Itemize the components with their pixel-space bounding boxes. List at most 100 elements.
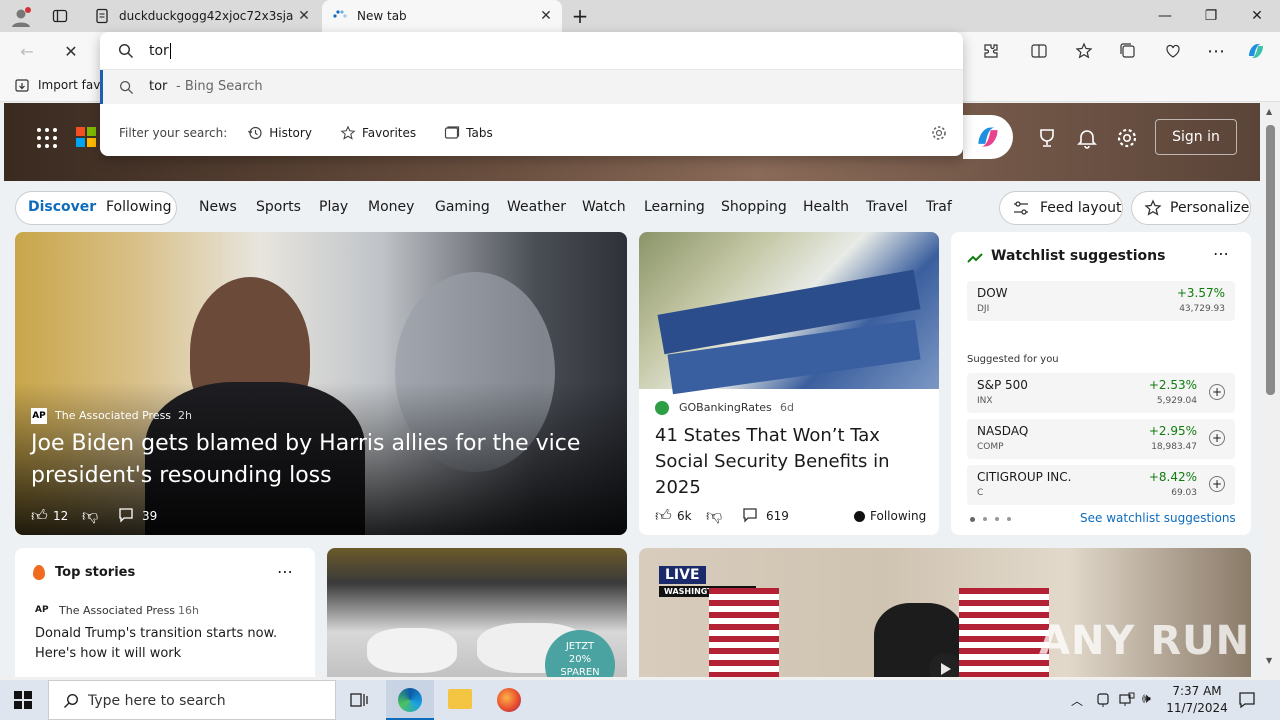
nav-watch[interactable]: Watch bbox=[582, 199, 626, 215]
settings-icon[interactable] bbox=[1116, 127, 1138, 149]
like-count: 12 bbox=[53, 509, 69, 523]
watchlist-row-main[interactable]: DOW DJI +3.57% 43,729.93 bbox=[967, 281, 1235, 321]
suggestion-row[interactable]: tor - Bing Search bbox=[100, 70, 963, 104]
nav-gaming[interactable]: Gaming bbox=[435, 199, 490, 215]
nav-shopping[interactable]: Shopping bbox=[721, 199, 787, 215]
comment-icon[interactable] bbox=[118, 507, 134, 523]
nav-weather[interactable]: Weather bbox=[507, 199, 566, 215]
see-watchlist-link[interactable]: See watchlist suggestions bbox=[1080, 511, 1236, 525]
stop-loading-icon[interactable]: ✕ bbox=[60, 41, 82, 61]
nav-play[interactable]: Play bbox=[319, 199, 348, 215]
dislike-icon[interactable]: 👎︎ bbox=[706, 506, 722, 526]
search-icon bbox=[119, 80, 134, 95]
watermark: ANY RUN bbox=[1039, 618, 1251, 664]
more-options-icon[interactable]: ⋯ bbox=[1205, 41, 1227, 62]
windows-start-icon[interactable] bbox=[14, 691, 32, 709]
story-card[interactable]: GOBankingRates 6d 41 States That Won’t T… bbox=[639, 232, 939, 535]
close-tab-icon[interactable]: ✕ bbox=[536, 8, 556, 24]
close-window-button[interactable]: ✕ bbox=[1234, 0, 1280, 32]
nav-health[interactable]: Health bbox=[803, 199, 849, 215]
network-device-icon[interactable] bbox=[1096, 692, 1110, 708]
minimize-button[interactable]: — bbox=[1142, 0, 1188, 32]
app-launcher-icon[interactable] bbox=[36, 127, 58, 149]
like-icon[interactable]: 👍︎ bbox=[31, 506, 48, 526]
comment-icon[interactable] bbox=[742, 507, 758, 523]
add-stock-icon[interactable]: + bbox=[1209, 384, 1225, 400]
firefox-icon[interactable] bbox=[497, 688, 521, 712]
extensions-icon[interactable] bbox=[980, 41, 1002, 61]
play-icon[interactable] bbox=[929, 653, 961, 677]
tab-new-tab[interactable]: New tab ✕ bbox=[322, 0, 562, 32]
profile-icon[interactable] bbox=[10, 6, 32, 28]
scroll-down-icon[interactable]: ▼ bbox=[1266, 656, 1272, 665]
tab-title: New tab bbox=[357, 9, 407, 23]
lead-headline[interactable]: Joe Biden gets blamed by Harris allies f… bbox=[31, 428, 601, 492]
clock-time[interactable]: 7:37 AM bbox=[1172, 684, 1222, 698]
search-settings-icon[interactable] bbox=[931, 125, 947, 141]
notifications-icon[interactable] bbox=[1076, 127, 1098, 149]
favorites-icon[interactable] bbox=[1073, 41, 1095, 61]
lead-story-card[interactable]: AP The Associated Press 2h Joe Biden get… bbox=[15, 232, 627, 535]
rewards-icon[interactable] bbox=[1036, 127, 1058, 149]
sign-in-button[interactable]: Sign in bbox=[1155, 119, 1237, 155]
page-scrollbar[interactable]: ▲ ▼ bbox=[1262, 103, 1280, 677]
story-headline[interactable]: 41 States That Won’t Tax Social Security… bbox=[655, 423, 925, 501]
back-icon[interactable]: ← bbox=[16, 41, 38, 61]
feed-layout-button[interactable]: Feed layout bbox=[999, 191, 1123, 225]
video-card[interactable]: LIVE WASHINGTON, D.C. ANY RUN bbox=[639, 548, 1251, 677]
nav-traffic[interactable]: Traf bbox=[926, 199, 952, 215]
new-tab-button[interactable]: + bbox=[570, 6, 590, 26]
scrollbar-thumb[interactable] bbox=[1266, 125, 1275, 395]
file-explorer-icon[interactable] bbox=[448, 689, 472, 709]
copilot-icon[interactable] bbox=[1245, 41, 1267, 61]
tab-discover[interactable]: Discover bbox=[28, 199, 96, 215]
like-count: 6k bbox=[677, 509, 692, 523]
dislike-icon[interactable]: 👎︎ bbox=[82, 506, 98, 526]
restore-button[interactable]: ❐ bbox=[1188, 0, 1234, 32]
taskbar-edge-button[interactable] bbox=[386, 680, 434, 720]
filter-tabs-button[interactable]: Tabs bbox=[444, 125, 493, 141]
tab-actions-icon[interactable] bbox=[52, 8, 68, 24]
add-stock-icon[interactable]: + bbox=[1209, 476, 1225, 492]
watchlist-row[interactable]: NASDAQ COMP +2.95% 18,983.47 + bbox=[967, 419, 1235, 459]
more-options-icon[interactable]: ⋯ bbox=[277, 562, 293, 581]
watchlist-row[interactable]: S&P 500 INX +2.53% 5,929.04 + bbox=[967, 373, 1235, 413]
address-bar[interactable]: tor bbox=[100, 32, 963, 70]
star-icon bbox=[340, 125, 356, 140]
browser-essentials-icon[interactable] bbox=[1162, 41, 1184, 61]
network-icon[interactable] bbox=[1119, 692, 1135, 708]
collections-icon[interactable] bbox=[1117, 41, 1139, 61]
taskbar-search-box[interactable]: Type here to search bbox=[48, 680, 336, 720]
copilot-search-button[interactable] bbox=[963, 115, 1013, 159]
personalize-button[interactable]: Personalize bbox=[1131, 191, 1251, 225]
nav-money[interactable]: Money bbox=[368, 199, 414, 215]
show-hidden-icons[interactable]: ︿ bbox=[1071, 692, 1083, 709]
filter-history-button[interactable]: History bbox=[247, 125, 312, 141]
import-favorites-link[interactable]: Import favo bbox=[38, 78, 108, 92]
nav-travel[interactable]: Travel bbox=[866, 199, 908, 215]
task-view-icon[interactable] bbox=[350, 691, 368, 709]
scroll-up-icon[interactable]: ▲ bbox=[1266, 107, 1272, 116]
filter-favorites-button[interactable]: Favorites bbox=[340, 125, 416, 141]
ad-card[interactable]: JETZT 20% SPAREN bbox=[327, 548, 627, 677]
like-icon[interactable]: 👍︎ bbox=[655, 506, 672, 526]
nav-news[interactable]: News bbox=[199, 199, 237, 215]
nav-learning[interactable]: Learning bbox=[644, 199, 705, 215]
stock-change: +8.42% bbox=[1148, 470, 1197, 484]
volume-icon[interactable]: 🕪︎ bbox=[1142, 691, 1151, 707]
watchlist-row[interactable]: CITIGROUP INC. C +8.42% 69.03 + bbox=[967, 465, 1235, 505]
tab-duckduckgo[interactable]: duckduckgogg42xjoc72x3sjasow ✕ bbox=[84, 0, 320, 32]
carousel-dots[interactable] bbox=[970, 517, 1011, 522]
notification-center-icon[interactable] bbox=[1238, 691, 1256, 709]
close-tab-icon[interactable]: ✕ bbox=[294, 8, 314, 24]
address-input-value[interactable]: tor bbox=[149, 43, 171, 59]
clock-date[interactable]: 11/7/2024 bbox=[1166, 701, 1228, 715]
split-screen-icon[interactable] bbox=[1028, 41, 1050, 61]
tab-following[interactable]: Following bbox=[106, 199, 172, 215]
stock-name: NASDAQ bbox=[977, 424, 1029, 438]
nav-sports[interactable]: Sports bbox=[256, 199, 301, 215]
add-stock-icon[interactable]: + bbox=[1209, 430, 1225, 446]
top-story-headline[interactable]: Donald Trump's transition starts now. He… bbox=[35, 624, 295, 664]
more-options-icon[interactable]: ⋯ bbox=[1213, 244, 1229, 263]
following-label[interactable]: Following bbox=[870, 509, 926, 523]
